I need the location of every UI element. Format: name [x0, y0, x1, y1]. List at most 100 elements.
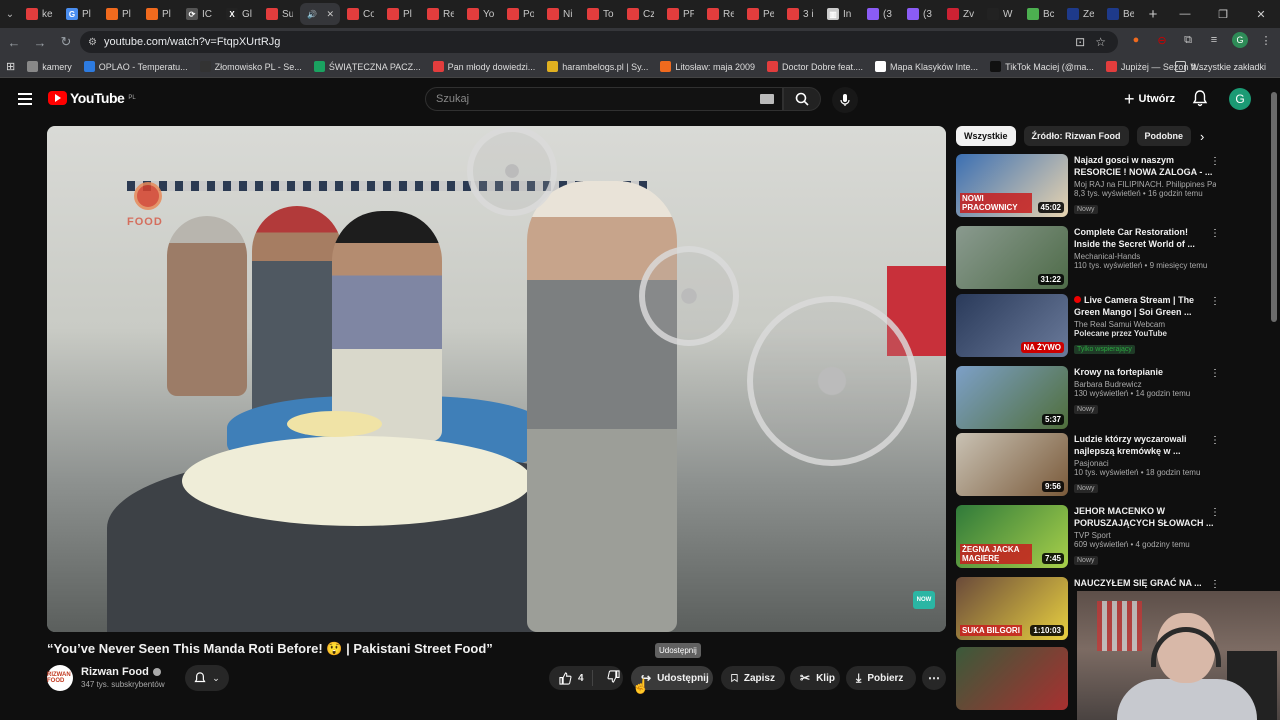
url-text[interactable]: youtube.com/watch?v=FtqpXUrtRJg [104, 36, 280, 48]
video-title[interactable]: Ludzie którzy wyczarowali najlepszą krem… [1074, 433, 1216, 457]
page-scrollbar[interactable] [1271, 92, 1277, 322]
bookmark-item[interactable]: Mapa Klasyków Inte... [869, 61, 984, 72]
browser-tab[interactable]: ▥ In [821, 3, 860, 25]
channel-name[interactable]: Pasjonaci [1074, 459, 1216, 468]
video-thumbnail[interactable]: NA ŻYWO [956, 294, 1068, 357]
more-vertical-icon[interactable]: ⋮ [1210, 228, 1220, 239]
restore-icon[interactable]: ❐ [1204, 8, 1242, 21]
browser-tab[interactable]: Re [701, 3, 740, 25]
youtube-logo[interactable]: YouTube PL [48, 90, 136, 106]
video-thumbnail[interactable]: SUKA BILGORI 1:10:03 [956, 577, 1068, 640]
dislike-button[interactable] [599, 670, 628, 686]
video-thumbnail[interactable]: 5:37 [956, 366, 1068, 429]
browser-tab[interactable]: PF [661, 3, 700, 25]
more-vertical-icon[interactable]: ⋮ [1210, 579, 1220, 590]
menu-hamburger-icon[interactable] [18, 93, 32, 105]
bookmark-item[interactable]: TikTok Maciej (@ma... [984, 61, 1100, 72]
channel-name[interactable]: Mechanical-Hands [1074, 252, 1216, 261]
chip-source[interactable]: Źródło: Rizwan Food [1023, 126, 1129, 146]
browser-tab[interactable]: 🔊 ✕ [300, 3, 340, 25]
more-vertical-icon[interactable]: ⋮ [1210, 368, 1220, 379]
browser-tab[interactable]: W [981, 3, 1020, 25]
install-app-icon[interactable]: ⊡ [1075, 35, 1085, 49]
browser-tab[interactable]: Ni [541, 3, 580, 25]
related-video-item[interactable]: ŻEGNA JACKA MAGIERĘ 7:45 JEHOR MACENKO W P… [956, 505, 1226, 571]
search-button[interactable] [783, 87, 821, 111]
account-avatar[interactable]: G [1229, 88, 1251, 110]
video-title[interactable]: Najazd gosci w naszym RESORCIE ! NOWA ZA… [1074, 154, 1216, 178]
bookmark-item[interactable]: harambelogs.pl | Sy... [541, 61, 654, 72]
video-player[interactable]: FOOD NOW [47, 126, 946, 632]
browser-tab[interactable]: Bc [1021, 3, 1060, 25]
video-title[interactable]: JEHOR MACENKO W PORUSZAJĄCYCH SŁOWACH ..… [1074, 505, 1216, 529]
more-actions-button[interactable]: ⋯ [922, 666, 946, 690]
bookmark-item[interactable]: kamery [21, 61, 78, 72]
profile-avatar[interactable]: G [1232, 32, 1248, 48]
browser-tab[interactable]: Zv [941, 3, 980, 25]
related-video-item[interactable]: NOWI PRACOWNICY 45:02 Najazd gosci w naszy… [956, 154, 1226, 220]
reload-icon[interactable]: ↻ [54, 30, 78, 54]
video-title[interactable]: Live Camera Stream | The Green Mango | S… [1074, 294, 1216, 318]
site-info-icon[interactable]: ⚙ [88, 37, 104, 48]
browser-tab[interactable]: Pl [381, 3, 420, 25]
video-thumbnail[interactable]: ŻEGNA JACKA MAGIERĘ 7:45 [956, 505, 1068, 568]
notifications-bell-icon[interactable] [1192, 90, 1208, 112]
video-thumbnail[interactable] [956, 647, 1068, 710]
new-tab-plus-icon[interactable]: + [1140, 6, 1166, 23]
browser-tab[interactable]: Ze [1061, 3, 1100, 25]
browser-tab[interactable]: Su [260, 3, 299, 25]
save-button[interactable]: Zapisz [721, 666, 785, 690]
bookmark-item[interactable]: Pan młody dowiedzi... [427, 61, 542, 72]
bookmark-star-icon[interactable]: ☆ [1095, 35, 1106, 49]
chip-related[interactable]: Podobne [1136, 126, 1192, 146]
browser-tab[interactable]: Pl [140, 3, 179, 25]
channel-name-link[interactable]: Rizwan Food [81, 666, 161, 678]
minimize-icon[interactable]: — [1166, 8, 1204, 21]
video-title[interactable]: Complete Car Restoration! Inside the Sec… [1074, 226, 1216, 250]
browser-tab[interactable]: Cz [621, 3, 660, 25]
browser-tab[interactable]: Pl [100, 3, 139, 25]
browser-tab[interactable]: (3 [861, 3, 900, 25]
channel-avatar[interactable]: RIZWAN FOOD [47, 665, 73, 691]
tab-search-chevron-icon[interactable]: ⌄ [0, 0, 20, 28]
more-vertical-icon[interactable]: ⋮ [1210, 156, 1220, 167]
channel-name[interactable]: The Real Samui Webcam [1074, 320, 1216, 329]
video-title[interactable]: NAUCZYŁEM SIĘ GRAĆ NA ... [1074, 577, 1216, 589]
all-bookmarks[interactable]: Wszystkie zakładki [1169, 61, 1272, 72]
back-arrow-icon[interactable]: ← [2, 30, 26, 54]
bookmark-item[interactable]: Litosław: maja 2009 [654, 61, 761, 72]
browser-menu-icon[interactable]: ⋮ [1258, 32, 1274, 48]
video-thumbnail[interactable]: 9:56 [956, 433, 1068, 496]
related-video-item[interactable]: 9:56 Ludzie którzy wyczarowali najlepszą … [956, 433, 1226, 499]
browser-tab[interactable]: G Pl [60, 3, 99, 25]
apps-grid-icon[interactable]: ⊞ [0, 60, 21, 73]
extensions-puzzle-icon[interactable]: ⧉ [1180, 32, 1196, 48]
browser-tab[interactable]: To [581, 3, 620, 25]
search-input[interactable] [436, 93, 736, 105]
video-thumbnail[interactable]: NOWI PRACOWNICY 45:02 [956, 154, 1068, 217]
bookmark-item[interactable]: ŚWIĄTECZNA PACZ... [308, 61, 427, 72]
more-vertical-icon[interactable]: ⋮ [1210, 296, 1220, 307]
bookmark-item[interactable]: Złomowisko PL - Se... [194, 61, 308, 72]
channel-name[interactable]: TVP Sport [1074, 531, 1216, 540]
subscription-bell-button[interactable]: ⌄ [185, 665, 229, 691]
more-vertical-icon[interactable]: ⋮ [1210, 507, 1220, 518]
channel-name[interactable]: Moj RAJ na FILIPINACH. Philippines Par..… [1074, 180, 1216, 189]
browser-tab[interactable]: Pe [741, 3, 780, 25]
bookmark-item[interactable]: OPLAO - Temperatu... [78, 61, 194, 72]
close-window-icon[interactable]: ✕ [1242, 8, 1280, 21]
browser-tab[interactable]: Po [501, 3, 540, 25]
browser-tab[interactable]: ⟳ IC [180, 3, 219, 25]
browser-tab[interactable]: 3 i [781, 3, 820, 25]
related-video-item[interactable]: 31:22 Complete Car Restoration! Inside th… [956, 226, 1226, 292]
like-button[interactable]: 4 [549, 670, 593, 686]
browser-tab[interactable]: Yo [461, 3, 500, 25]
bookmark-item[interactable]: Doctor Dobre feat.... [761, 61, 869, 72]
extension-flame-icon[interactable]: ● [1128, 32, 1144, 48]
browser-tab[interactable]: ke [20, 3, 59, 25]
browser-tab[interactable]: (3 [901, 3, 940, 25]
video-title[interactable]: Krowy na fortepianie [1074, 366, 1216, 378]
close-tab-icon[interactable]: ✕ [326, 9, 334, 20]
browser-tab[interactable]: Be [1101, 3, 1140, 25]
related-video-item[interactable]: 5:37 Krowy na fortepianie Barbara Budrewic… [956, 366, 1226, 432]
